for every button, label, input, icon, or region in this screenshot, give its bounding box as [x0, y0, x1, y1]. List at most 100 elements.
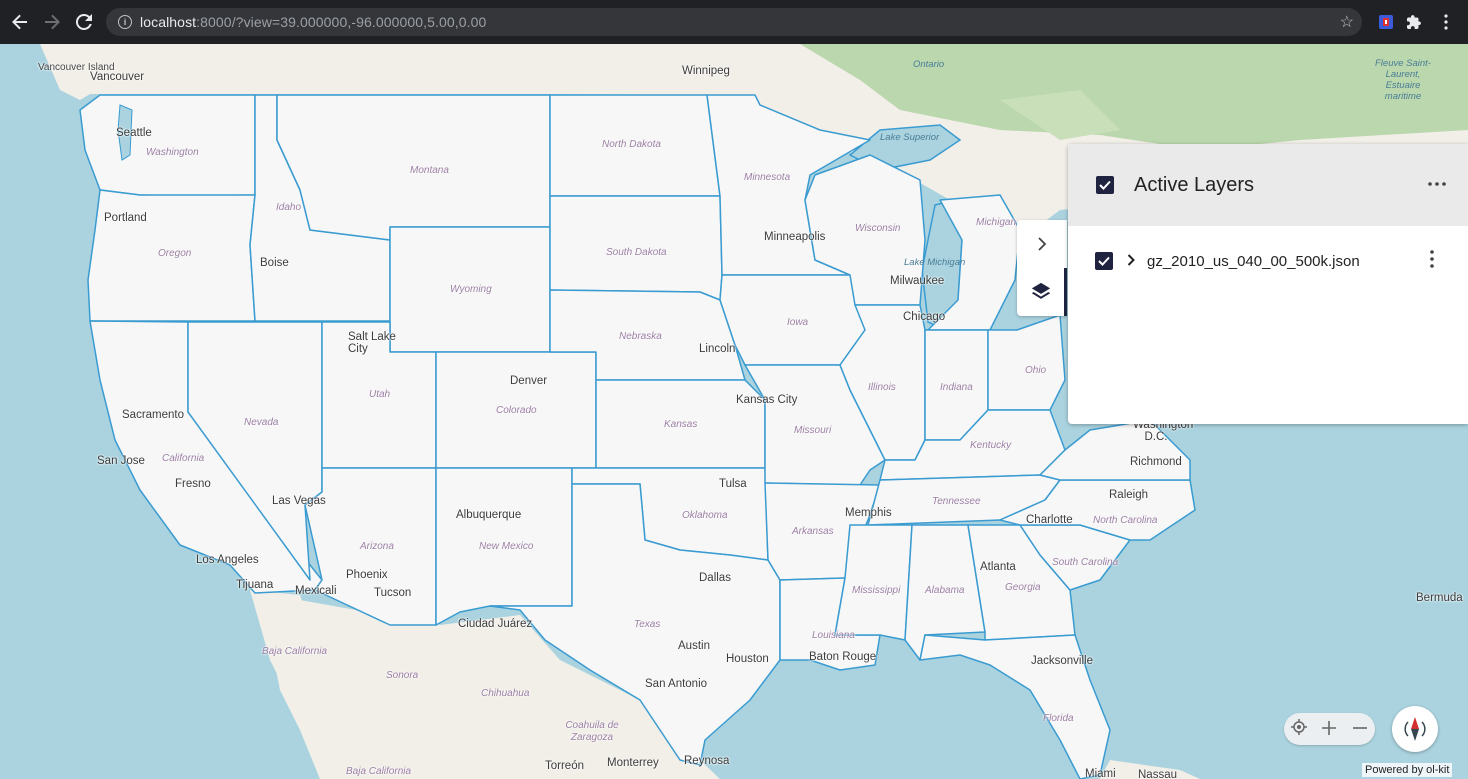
extension-icon[interactable]: [1377, 13, 1395, 31]
label-tulsa: Tulsa: [719, 478, 747, 490]
browser-menu-icon[interactable]: [1437, 13, 1455, 31]
layers-icon: [1031, 282, 1050, 299]
label-chicago: Chicago: [903, 311, 946, 323]
label-kansas: Kansas: [664, 419, 698, 430]
label-san-antonio: San Antonio: [645, 678, 708, 690]
label-nevada: Nevada: [244, 417, 279, 428]
label-wisconsin: Wisconsin: [855, 223, 901, 234]
back-icon[interactable]: [4, 6, 36, 38]
label-washington: Washington: [146, 147, 199, 158]
label-tennessee: Tennessee: [932, 496, 981, 507]
label-vancouver: Vancouver: [90, 71, 145, 83]
label-kansas-city: Kansas City: [736, 394, 798, 406]
label-georgia: Georgia: [1005, 582, 1041, 593]
label-mississippi: Mississippi: [852, 585, 901, 596]
label-chihuahua: Chihuahua: [481, 688, 530, 699]
label-wyoming: Wyoming: [450, 284, 492, 295]
state-washington: [79, 94, 256, 197]
label-portland: Portland: [104, 212, 147, 224]
label-missouri: Missouri: [794, 425, 832, 436]
label-north-dakota: North Dakota: [602, 139, 661, 150]
label-phoenix: Phoenix: [346, 569, 388, 581]
label-arizona: Arizona: [360, 541, 394, 552]
label-michigan: Michigan: [976, 217, 1017, 228]
label-coahuila: Coahuila de Zaragoza: [565, 720, 619, 743]
label-bermuda: Bermuda: [1416, 592, 1463, 604]
label-san-jose: San Jose: [97, 455, 145, 467]
layer-more-menu-icon[interactable]: [1430, 250, 1434, 273]
layers-tab[interactable]: [1017, 268, 1067, 316]
label-nebraska: Nebraska: [619, 331, 662, 342]
bookmark-star-icon[interactable]: ☆: [1340, 12, 1354, 32]
label-charlotte: Charlotte: [1026, 514, 1073, 526]
attribution[interactable]: Powered by ol-kit: [1362, 763, 1453, 777]
label-minneapolis: Minneapolis: [764, 231, 826, 243]
expand-layer-chevron-icon[interactable]: [1127, 253, 1135, 269]
label-california: California: [162, 453, 205, 464]
map-controls: [1284, 713, 1375, 745]
layer-visibility-checkbox[interactable]: [1095, 252, 1113, 270]
label-austin: Austin: [678, 640, 710, 652]
label-boise: Boise: [260, 257, 289, 269]
label-florida: Florida: [1043, 713, 1074, 724]
label-baton-rouge: Baton Rouge: [809, 651, 877, 663]
label-monterrey: Monterrey: [607, 757, 659, 769]
label-nassau: Nassau: [1138, 769, 1177, 779]
chevron-right-icon: [1038, 237, 1047, 251]
label-idaho: Idaho: [276, 202, 302, 213]
label-reynosa: Reynosa: [684, 755, 730, 767]
label-minnesota: Minnesota: [744, 172, 791, 183]
label-richmond: Richmond: [1130, 456, 1182, 468]
label-lincoln: Lincoln: [699, 343, 736, 355]
label-raleigh: Raleigh: [1109, 489, 1148, 501]
panel-more-menu-icon[interactable]: [1428, 170, 1446, 191]
url-text: localhost:8000/?view=39.000000,-96.00000…: [140, 14, 486, 30]
label-iowa: Iowa: [787, 317, 809, 328]
layers-panel-header: Active Layers: [1068, 144, 1468, 226]
label-indiana: Indiana: [940, 382, 973, 393]
label-atlanta: Atlanta: [980, 561, 1016, 573]
minus-icon: [1352, 727, 1367, 729]
check-icon: [1098, 256, 1110, 266]
extensions-puzzle-icon[interactable]: [1405, 13, 1423, 31]
url-rest: :8000/?view=39.000000,-96.000000,5.00,0.…: [196, 14, 487, 30]
label-kentucky: Kentucky: [970, 440, 1012, 451]
attribution-text: Powered by ol-kit: [1365, 764, 1450, 776]
label-south-carolina: South Carolina: [1052, 557, 1119, 568]
zoom-out-button[interactable]: [1347, 719, 1373, 739]
state-ohio: [987, 314, 1066, 411]
label-lake-superior: Lake Superior: [880, 132, 940, 143]
label-fresno: Fresno: [175, 478, 211, 490]
label-tijuana: Tijuana: [236, 579, 274, 591]
label-colorado: Colorado: [496, 405, 537, 416]
geolocate-button[interactable]: [1286, 719, 1312, 739]
label-utah: Utah: [369, 389, 391, 400]
label-alabama: Alabama: [925, 585, 965, 596]
label-texas: Texas: [634, 619, 661, 630]
label-jacksonville: Jacksonville: [1031, 655, 1093, 667]
label-winnipeg: Winnipeg: [682, 65, 730, 77]
label-new-mexico: New Mexico: [479, 541, 534, 552]
site-info-icon[interactable]: i: [118, 15, 132, 29]
label-lake-michigan: Lake Michigan: [904, 257, 966, 268]
url-host: localhost: [140, 14, 197, 30]
zoom-in-button[interactable]: [1316, 719, 1342, 739]
label-fleuve: Fleuve Saint-Laurent, Estuaire maritime: [1375, 58, 1431, 102]
select-all-layers-checkbox[interactable]: [1096, 176, 1114, 194]
label-sonora: Sonora: [386, 670, 419, 681]
label-memphis: Memphis: [845, 507, 892, 519]
label-montana: Montana: [410, 165, 449, 176]
compass-button[interactable]: [1392, 706, 1438, 752]
layers-panel: Active Layers gz_2010_us_040_00_500k.jso…: [1068, 144, 1468, 424]
label-ontario: Ontario: [913, 59, 945, 70]
forward-icon[interactable]: [36, 6, 68, 38]
address-bar[interactable]: i localhost:8000/?view=39.000000,-96.000…: [106, 8, 1362, 36]
label-oregon: Oregon: [158, 248, 192, 259]
reload-icon[interactable]: [68, 6, 100, 38]
label-salt-lake-city: Salt Lake City: [348, 331, 396, 355]
crosshair-icon: [1291, 719, 1308, 735]
layer-row[interactable]: gz_2010_us_040_00_500k.json: [1068, 226, 1468, 296]
label-baja-california: Baja California: [262, 646, 328, 657]
browser-toolbar: i localhost:8000/?view=39.000000,-96.000…: [0, 0, 1468, 44]
collapse-panel-button[interactable]: [1017, 220, 1067, 268]
